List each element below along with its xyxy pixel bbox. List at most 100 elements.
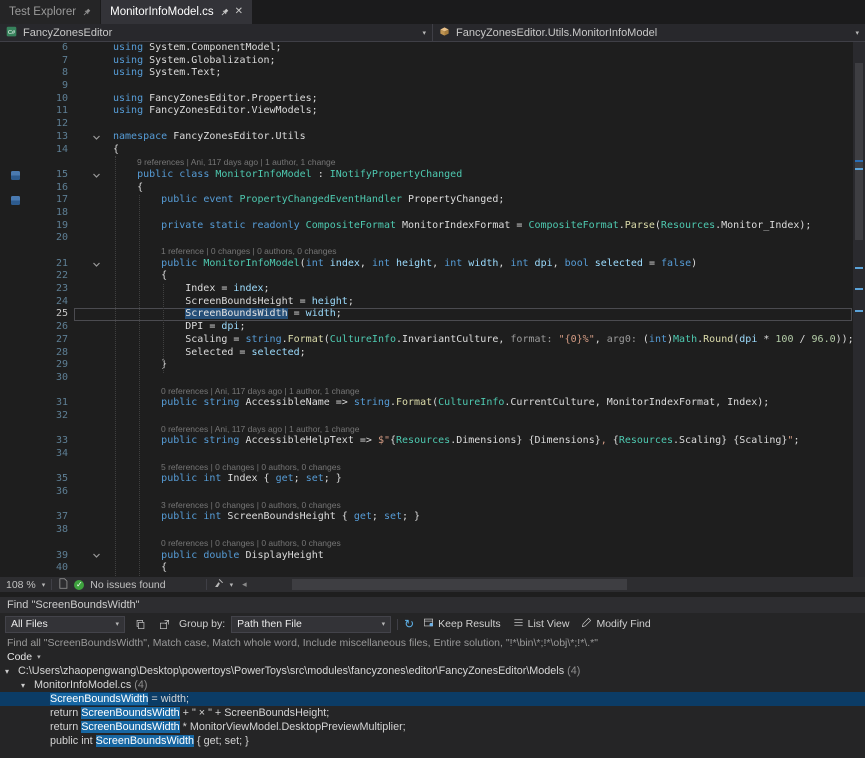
code-cleanup-broom-icon[interactable] [213, 578, 224, 592]
scrollbar-thumb[interactable] [292, 579, 627, 590]
code-line: 25 ScreenBoundsWidth = width; [0, 308, 852, 321]
fold-chevron-icon[interactable] [74, 131, 106, 144]
glyph-margin [0, 397, 30, 410]
fold-margin [74, 296, 106, 309]
line-number: 13 [30, 131, 74, 144]
code-text [106, 118, 852, 131]
refresh-icon[interactable]: ↻ [404, 618, 414, 630]
result-match-row[interactable]: ScreenBoundsWidth = width; [0, 692, 865, 706]
codelens-text[interactable]: 0 references | Ani, 117 days ago | 1 aut… [106, 423, 852, 436]
match-count: (4) [564, 665, 580, 677]
margin-indicator-icon[interactable] [11, 196, 20, 205]
line-number: 38 [30, 524, 74, 537]
result-group-row[interactable]: ▾C:\Users\zhaopengwang\Desktop\powertoys… [0, 664, 865, 678]
glyph-margin [0, 550, 30, 563]
codelens-text[interactable]: 3 references | 0 changes | 0 authors, 0 … [106, 499, 852, 512]
result-match-row[interactable]: return ScreenBoundsWidth * MonitorViewMo… [0, 720, 865, 734]
codelens-row: 5 references | 0 changes | 0 authors, 0 … [0, 461, 852, 474]
glyph-margin [0, 283, 30, 296]
line-number: 35 [30, 473, 74, 486]
chevron-down-icon[interactable]: ▾ [230, 581, 234, 589]
fold-margin [74, 385, 106, 398]
chevron-down-icon[interactable]: ▾ [422, 29, 426, 37]
divider [206, 579, 207, 590]
expander-icon[interactable]: ▾ [5, 667, 18, 676]
tab-test-explorer[interactable]: Test Explorer [0, 0, 101, 24]
code-text [106, 372, 852, 385]
chevron-down-icon[interactable]: ▾ [855, 29, 859, 37]
fold-chevron-icon[interactable] [74, 169, 106, 182]
modify-find-label: Modify Find [596, 618, 650, 630]
keep-results-toggle[interactable]: Keep Results [420, 616, 503, 633]
line-number: 11 [30, 105, 74, 118]
line-number: 33 [30, 435, 74, 448]
export-icon[interactable] [155, 616, 173, 633]
codelens-text[interactable]: 0 references | Ani, 117 days ago | 1 aut… [106, 385, 852, 398]
code-line: 11using FancyZonesEditor.ViewModels; [0, 105, 852, 118]
project-dropdown[interactable]: C# FancyZonesEditor ▾ [0, 24, 433, 41]
list-view-toggle[interactable]: List View [510, 616, 573, 633]
keep-results-icon [423, 617, 434, 631]
zoom-level[interactable]: 108 % [6, 579, 36, 591]
fold-margin [74, 67, 106, 80]
fold-margin [74, 461, 106, 474]
horizontal-scrollbar[interactable] [256, 577, 865, 592]
type-dropdown[interactable]: FancyZonesEditor.Utils.MonitorInfoModel … [433, 24, 865, 41]
fold-margin [74, 372, 106, 385]
document-health-icon[interactable] [58, 578, 68, 592]
code-text: public class MonitorInfoModel : INotifyP… [106, 169, 852, 182]
code-line: 35 public int Index { get; set; } [0, 473, 852, 486]
results-filter-value: Code [7, 651, 32, 663]
code-text: using System.Text; [106, 67, 852, 80]
chevron-down-icon[interactable]: ▾ [42, 581, 46, 589]
line-number: 28 [30, 347, 74, 360]
match-context: { get; set; } [194, 735, 249, 747]
code-editor[interactable]: 6using System.ComponentModel;7using Syst… [0, 42, 852, 577]
line-number: 27 [30, 334, 74, 347]
result-match-row[interactable]: public int ScreenBoundsWidth { get; set;… [0, 734, 865, 748]
codelens-text[interactable]: 0 references | 0 changes | 0 authors, 0 … [106, 537, 852, 550]
fold-margin [74, 410, 106, 423]
fold-margin [74, 359, 106, 372]
caret-position-mark [855, 160, 863, 162]
code-text: namespace FancyZonesEditor.Utils [106, 131, 852, 144]
results-tree[interactable]: ▾C:\Users\zhaopengwang\Desktop\powertoys… [0, 664, 865, 758]
glyph-margin [0, 42, 30, 55]
scrollbar-thumb[interactable] [855, 63, 863, 240]
code-line: 30 [0, 372, 852, 385]
codelens-text[interactable]: 5 references | 0 changes | 0 authors, 0 … [106, 461, 852, 474]
groupby-dropdown[interactable]: Path then File ▾ [231, 616, 391, 633]
scroll-left-arrow-icon[interactable]: ◂ [239, 579, 250, 590]
results-filter-dropdown[interactable]: Code ▾ [0, 650, 865, 664]
find-panel-title[interactable]: Find "ScreenBoundsWidth" [0, 597, 865, 613]
result-group-row[interactable]: ▾MonitorInfoModel.cs (4) [0, 678, 865, 692]
search-result-mark [855, 168, 863, 170]
code-text: Index = index; [106, 283, 852, 296]
copy-icon[interactable] [131, 616, 149, 633]
scope-dropdown[interactable]: All Files ▾ [5, 616, 125, 633]
code-line: 33 public string AccessibleHelpText => $… [0, 435, 852, 448]
code-line: 22 { [0, 270, 852, 283]
code-text [106, 486, 852, 499]
expander-icon[interactable]: ▾ [21, 681, 34, 690]
find-toolbar: All Files ▾ Group by: Path then File ▾ ↻… [0, 613, 865, 635]
editor-status-bar: 108 % ▾ ✓ No issues found ▾ ◂ [0, 577, 865, 592]
codelens-text[interactable]: 1 reference | 0 changes | 0 authors, 0 c… [106, 245, 852, 258]
codelens-text[interactable]: 9 references | Ani, 117 days ago | 1 aut… [106, 156, 852, 169]
pin-icon[interactable] [82, 8, 91, 17]
fold-margin [74, 524, 106, 537]
health-status-text[interactable]: No issues found [90, 579, 165, 591]
code-text: public int ScreenBoundsHeight { get; set… [106, 511, 852, 524]
close-icon[interactable]: ✕ [235, 7, 243, 17]
fold-chevron-icon[interactable] [74, 258, 106, 271]
tab-monitorinfomodel[interactable]: MonitorInfoModel.cs ✕ [101, 0, 252, 24]
editor-scrollbar[interactable] [852, 42, 865, 577]
margin-indicator-icon[interactable] [11, 171, 20, 180]
result-match-row[interactable]: return ScreenBoundsWidth + " × " + Scree… [0, 706, 865, 720]
line-number: 12 [30, 118, 74, 131]
modify-find-button[interactable]: Modify Find [578, 616, 653, 633]
line-number [30, 423, 74, 436]
fold-chevron-icon[interactable] [74, 550, 106, 563]
pin-icon[interactable] [220, 8, 229, 17]
code-line: 10using FancyZonesEditor.Properties; [0, 93, 852, 106]
